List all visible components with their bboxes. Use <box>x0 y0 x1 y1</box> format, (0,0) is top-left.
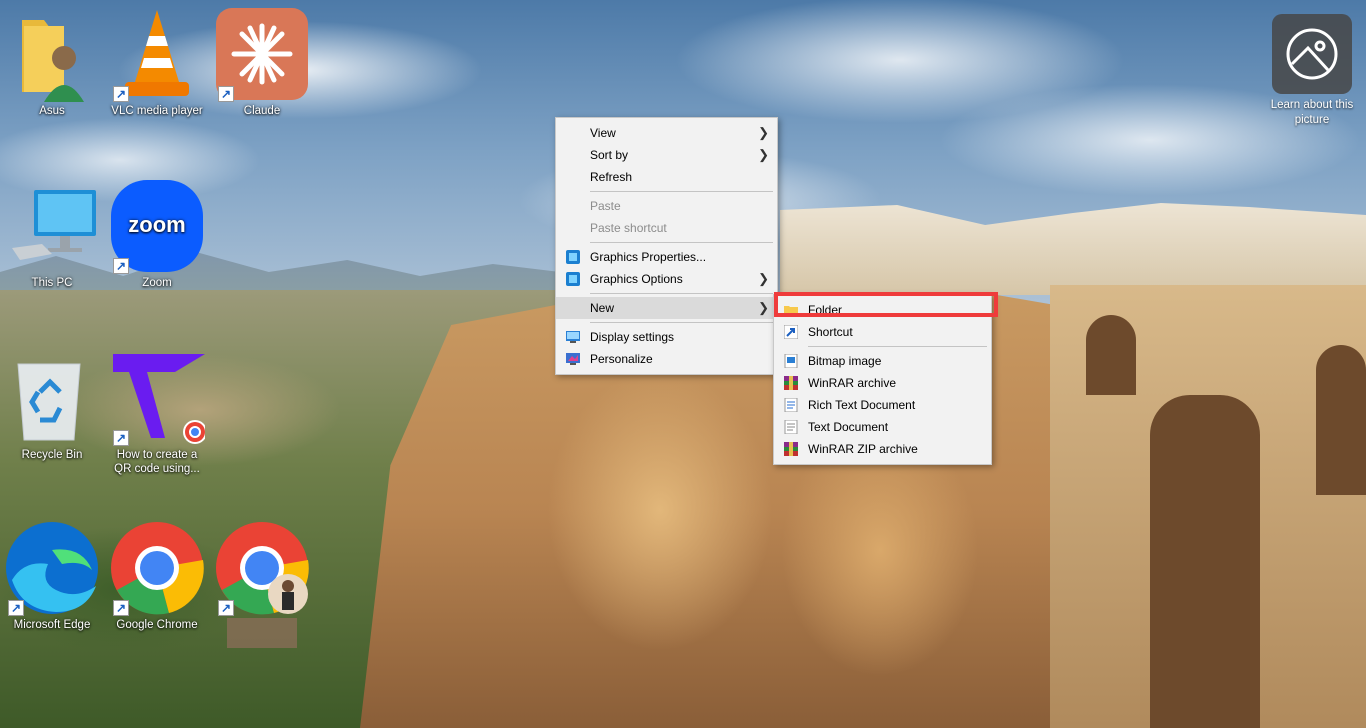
menu-item-label: Personalize <box>590 352 653 366</box>
shortcut-arrow-icon: ↗ <box>218 86 234 102</box>
personalize-icon <box>566 353 580 365</box>
desktop-icon-label: Claude <box>243 105 281 117</box>
svg-text:zoom: zoom <box>128 212 185 237</box>
menu-item-label: Paste <box>590 199 621 213</box>
menu-item-display-settings[interactable]: Display settings <box>556 326 777 348</box>
learn-about-picture-button[interactable] <box>1272 14 1352 94</box>
desktop-icon-label: Google Chrome <box>116 619 198 631</box>
shortcut-arrow-icon: ↗ <box>113 86 129 102</box>
menu-separator <box>590 293 773 294</box>
desktop-icon-label: VLC media player <box>111 105 203 117</box>
display-icon <box>566 331 580 343</box>
computer-icon <box>12 190 96 260</box>
desktop-icon-vlc[interactable]: ↗ VLC media player <box>107 6 207 118</box>
menu-item-label: Paste shortcut <box>590 221 667 235</box>
chevron-right-icon: ❯ <box>758 271 769 286</box>
menu-item-label: Graphics Options <box>590 272 683 286</box>
learn-about-picture-widget[interactable]: Learn about this picture <box>1262 14 1362 128</box>
submenu-item-shortcut[interactable]: Shortcut <box>774 321 991 343</box>
desktop-icon-label: This PC <box>31 277 73 289</box>
menu-item-label: View <box>590 126 616 140</box>
user-folder-icon <box>22 20 84 102</box>
intel-graphics-icon <box>566 250 580 264</box>
bridge-arch <box>1150 395 1260 728</box>
shortcut-icon <box>784 325 798 339</box>
desktop-icon-label: Microsoft Edge <box>13 619 91 631</box>
menu-item-label: Graphics Properties... <box>590 250 707 264</box>
wallpaper-bridge <box>1050 285 1366 728</box>
desktop-icon-qr-video[interactable]: ↗ How to create a QR code using... <box>107 350 207 476</box>
rtf-icon <box>784 398 798 412</box>
desktop-icon-label-blurred <box>227 618 297 648</box>
menu-item-label: Refresh <box>590 170 633 184</box>
shortcut-arrow-icon: ↗ <box>8 600 24 616</box>
image-info-icon <box>1286 28 1338 80</box>
menu-item-label: Shortcut <box>808 325 853 339</box>
learn-about-picture-label: Learn about this picture <box>1270 99 1354 126</box>
desktop-context-menu: View ❯ Sort by ❯ Refresh Paste Paste sho… <box>555 117 778 375</box>
menu-item-new[interactable]: New ❯ <box>556 297 777 319</box>
menu-item-view[interactable]: View ❯ <box>556 122 777 144</box>
menu-item-label: Display settings <box>590 330 675 344</box>
shortcut-arrow-icon: ↗ <box>113 258 129 274</box>
menu-item-paste: Paste <box>556 195 777 217</box>
winrar-zip-icon <box>784 442 798 456</box>
shortcut-arrow-icon: ↗ <box>113 430 129 446</box>
menu-separator <box>590 242 773 243</box>
submenu-item-winrar-archive[interactable]: WinRAR archive <box>774 372 991 394</box>
desktop-icon-asus[interactable]: Asus <box>2 6 102 118</box>
menu-separator <box>808 346 987 347</box>
shortcut-arrow-icon: ↗ <box>113 600 129 616</box>
text-document-icon <box>784 420 798 434</box>
menu-item-label: Rich Text Document <box>808 398 916 412</box>
desktop-icon-chrome-profile[interactable]: ↗ <box>212 520 312 648</box>
submenu-item-winrar-zip[interactable]: WinRAR ZIP archive <box>774 438 991 460</box>
desktop-icon-claude[interactable]: ↗ Claude <box>212 6 312 118</box>
desktop-icon-recycle-bin[interactable]: Recycle Bin <box>2 350 102 462</box>
menu-item-sort-by[interactable]: Sort by ❯ <box>556 144 777 166</box>
menu-item-label: New <box>590 301 615 315</box>
bitmap-icon <box>784 354 798 368</box>
desktop-icon-this-pc[interactable]: This PC <box>2 178 102 290</box>
shortcut-arrow-icon: ↗ <box>218 600 234 616</box>
menu-item-label: WinRAR archive <box>808 376 897 390</box>
menu-item-paste-shortcut: Paste shortcut <box>556 217 777 239</box>
chevron-right-icon: ❯ <box>758 147 769 162</box>
bridge-arch <box>1086 315 1136 395</box>
new-submenu: Folder Shortcut Bitmap image WinRAR arch… <box>773 294 992 465</box>
submenu-item-text-document[interactable]: Text Document <box>774 416 991 438</box>
desktop-icon-label: Zoom <box>142 277 172 289</box>
menu-item-label: WinRAR ZIP archive <box>808 442 918 456</box>
submenu-item-bitmap[interactable]: Bitmap image <box>774 350 991 372</box>
intel-graphics-icon <box>566 272 580 286</box>
recycle-bin-icon <box>17 363 81 441</box>
desktop-icon-label: Recycle Bin <box>21 449 83 461</box>
menu-item-personalize[interactable]: Personalize <box>556 348 777 370</box>
folder-highlight-box <box>774 292 998 317</box>
desktop-icon-edge[interactable]: ↗ Microsoft Edge <box>2 520 102 632</box>
bridge-arch <box>1316 345 1366 495</box>
menu-item-label: Sort by <box>590 148 629 162</box>
menu-item-graphics-options[interactable]: Graphics Options ❯ <box>556 268 777 290</box>
desktop-icon-label: Asus <box>39 105 65 117</box>
menu-item-label: Text Document <box>808 420 889 434</box>
menu-separator <box>590 191 773 192</box>
menu-item-refresh[interactable]: Refresh <box>556 166 777 188</box>
chevron-right-icon: ❯ <box>758 300 769 315</box>
winrar-icon <box>784 376 798 390</box>
chevron-right-icon: ❯ <box>758 125 769 140</box>
desktop-icon-zoom[interactable]: zoom ↗ Zoom <box>107 178 207 290</box>
menu-item-label: Bitmap image <box>808 354 882 368</box>
submenu-item-rich-text[interactable]: Rich Text Document <box>774 394 991 416</box>
menu-separator <box>590 322 773 323</box>
menu-item-graphics-properties[interactable]: Graphics Properties... <box>556 246 777 268</box>
desktop-icon-chrome[interactable]: ↗ Google Chrome <box>107 520 207 632</box>
desktop-icon-label: How to create a QR code using... <box>114 449 200 475</box>
